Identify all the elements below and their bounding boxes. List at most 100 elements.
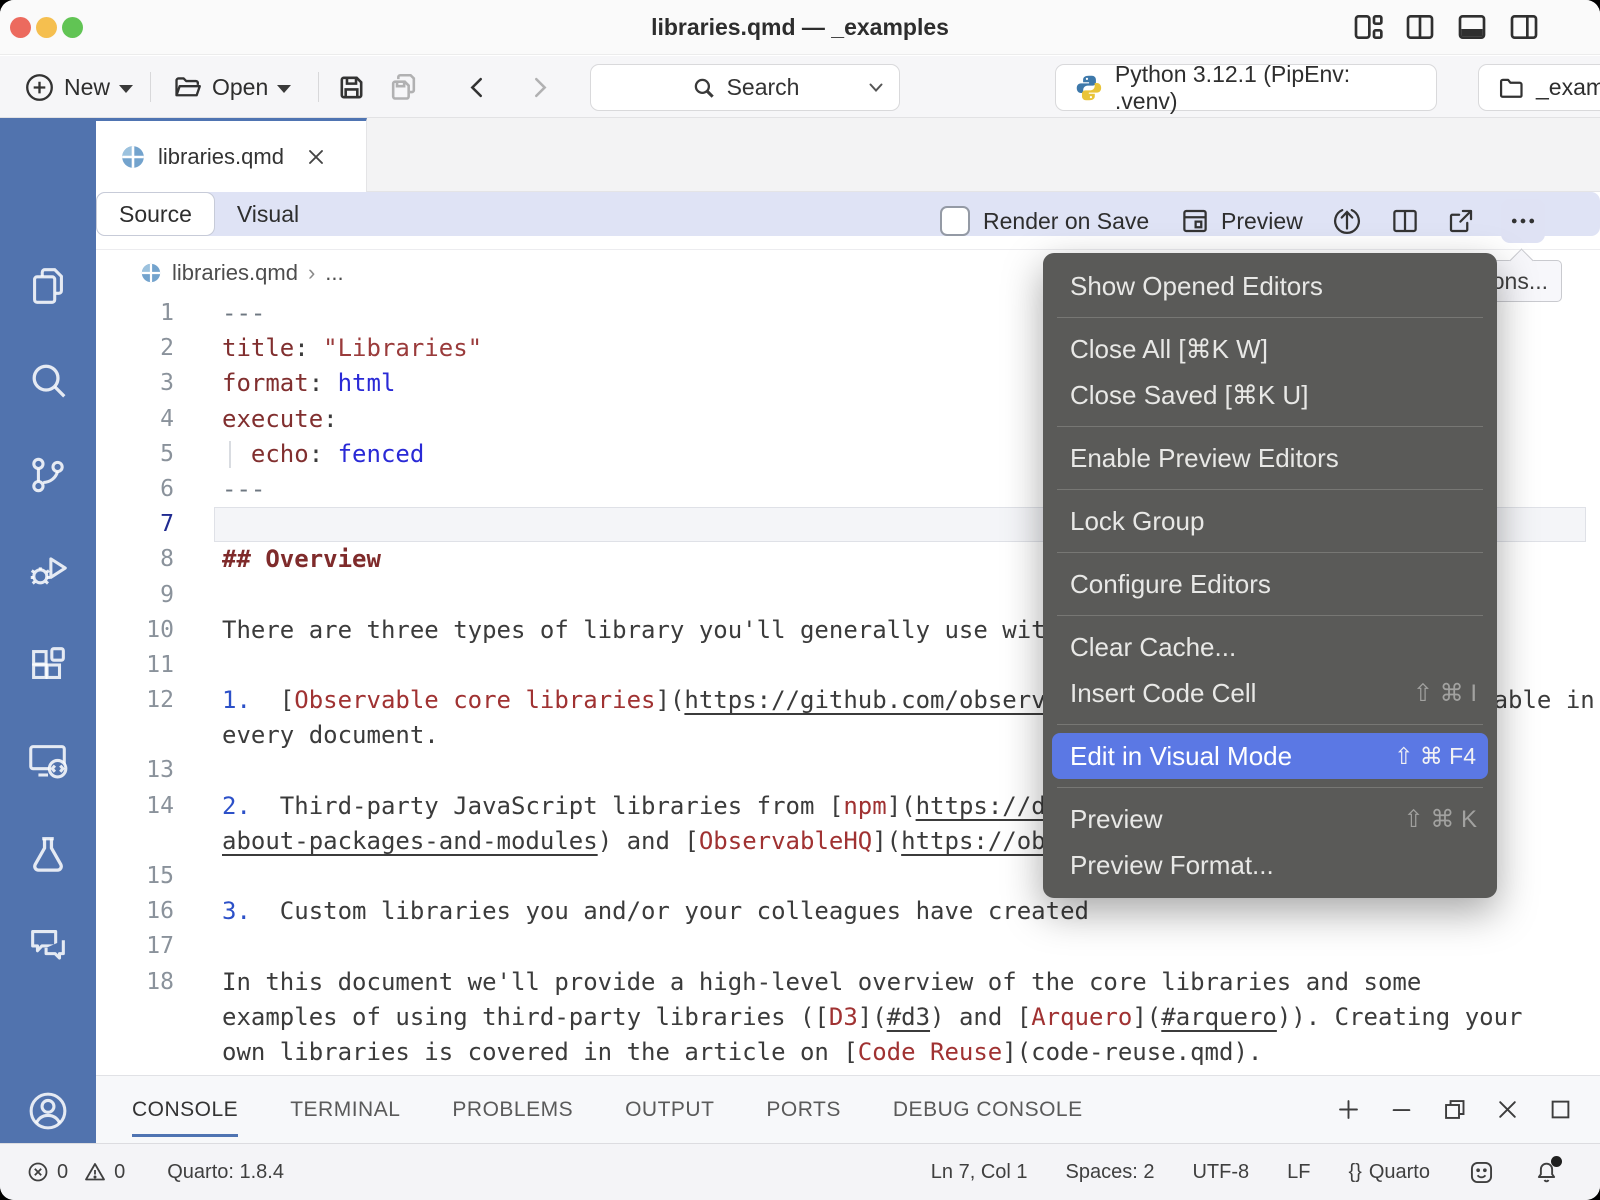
run-debug-icon[interactable]	[25, 547, 71, 593]
code-token: html	[338, 369, 396, 397]
navigate-back-button[interactable]	[462, 56, 493, 118]
accounts-icon[interactable]	[25, 1088, 71, 1134]
notification-badge	[1551, 1156, 1562, 1167]
code-token: npm	[843, 792, 886, 820]
panel-tab-output[interactable]: OUTPUT	[625, 1076, 714, 1144]
visual-mode-button[interactable]: Visual	[215, 192, 321, 236]
mode-toggle: Source Visual	[96, 192, 1600, 236]
menu-item-shortcut: ⇧ ⌘ K	[1404, 805, 1477, 834]
menu-item-lock-group[interactable]: Lock Group	[1043, 498, 1497, 544]
open-in-new-window-button[interactable]	[1446, 192, 1476, 250]
panel-restore-icon[interactable]	[1441, 1096, 1468, 1123]
panel-close-icon[interactable]	[1494, 1096, 1521, 1123]
activity-bar	[0, 118, 96, 1143]
code-line-18-wrap1[interactable]: examples of using third-party libraries …	[96, 1000, 1600, 1035]
code-line-18-wrap2[interactable]: own libraries is covered in the article …	[96, 1035, 1600, 1070]
menu-item-label: Insert Code Cell	[1070, 678, 1256, 709]
line-number: 14	[96, 789, 174, 824]
code-line-17[interactable]: 17	[96, 929, 1600, 964]
menu-item-insert-code-cell[interactable]: Insert Code Cell⇧ ⌘ I	[1043, 670, 1497, 716]
indent-guide	[229, 441, 231, 468]
menu-item-enable-preview-editors[interactable]: Enable Preview Editors	[1043, 435, 1497, 481]
menu-item-edit-in-visual-mode[interactable]: Edit in Visual Mode⇧ ⌘ F4	[1052, 733, 1488, 779]
tab-libraries-qmd[interactable]: libraries.qmd	[96, 118, 367, 192]
source-mode-button[interactable]: Source	[96, 192, 215, 236]
panel-tab-problems[interactable]: PROBLEMS	[452, 1076, 573, 1144]
indent-status[interactable]: Spaces: 2	[1066, 1161, 1155, 1184]
remote-explorer-icon[interactable]	[25, 738, 71, 784]
menu-item-preview-format[interactable]: Preview Format...	[1043, 842, 1497, 888]
breadcrumb-ellipsis[interactable]: ...	[325, 260, 343, 286]
menu-item-close-saved-k-u[interactable]: Close Saved [⌘K U]	[1043, 372, 1497, 418]
save-icon	[336, 72, 367, 103]
menu-item-shortcut: ⇧ ⌘ F4	[1394, 743, 1476, 770]
tab-strip: libraries.qmd	[96, 118, 1600, 192]
panel-minimize-icon[interactable]	[1388, 1096, 1415, 1123]
eol-status[interactable]: LF	[1287, 1161, 1310, 1184]
menu-item-show-opened-editors[interactable]: Show Opened Editors	[1043, 263, 1497, 309]
menu-item-preview[interactable]: Preview⇧ ⌘ K	[1043, 796, 1497, 842]
new-button[interactable]: New	[24, 56, 133, 118]
open-button[interactable]: Open	[172, 56, 291, 118]
line-number: 12	[96, 683, 174, 718]
line-number: 18	[96, 965, 174, 1000]
preview-icon	[1180, 206, 1210, 236]
code-token: ## Overview	[222, 545, 381, 573]
panel-maximize-icon[interactable]	[1547, 1096, 1574, 1123]
more-actions-button[interactable]	[1501, 199, 1545, 243]
code-token: Custom libraries you and/or your colleag…	[251, 897, 1089, 925]
feedback-smiley-icon[interactable]	[1468, 1159, 1495, 1186]
problems-status[interactable]: 0 0	[26, 1160, 125, 1184]
preview-button[interactable]: Preview	[1180, 192, 1303, 250]
code-token: In this document we'll provide a high-le…	[222, 968, 1421, 996]
breadcrumb-file[interactable]: libraries.qmd	[172, 260, 298, 286]
search-input[interactable]: Search	[590, 64, 900, 111]
project-button[interactable]: _examples	[1478, 64, 1600, 111]
code-token: ---	[222, 475, 265, 503]
comments-icon[interactable]	[25, 922, 71, 968]
quarto-version-status[interactable]: Quarto: 1.8.4	[167, 1161, 284, 1184]
panel-plus-icon[interactable]	[1335, 1096, 1362, 1123]
menu-separator	[1057, 787, 1483, 788]
source-control-icon[interactable]	[25, 452, 71, 498]
explorer-icon[interactable]	[25, 263, 71, 309]
panel-tab-debug-console[interactable]: DEBUG CONSOLE	[893, 1076, 1083, 1144]
code-token: 2.	[222, 792, 251, 820]
notifications-bell[interactable]	[1533, 1159, 1560, 1186]
toggle-secondary-sidebar-icon[interactable]	[1508, 11, 1540, 43]
save-all-button[interactable]	[388, 56, 419, 118]
render-document-button[interactable]	[1332, 192, 1362, 250]
split-editor-layout-icon[interactable]	[1404, 11, 1436, 43]
customize-layout-icon[interactable]	[1352, 11, 1384, 43]
menu-item-clear-cache[interactable]: Clear Cache...	[1043, 624, 1497, 670]
quarto-file-icon	[140, 262, 162, 284]
panel-tab-console[interactable]: CONSOLE	[132, 1076, 238, 1144]
source-label: Source	[119, 201, 192, 228]
search-icon[interactable]	[25, 357, 71, 403]
panel-tab-terminal[interactable]: TERMINAL	[290, 1076, 400, 1144]
interpreter-selector[interactable]: Python 3.12.1 (PipEnv: .venv)	[1055, 64, 1437, 111]
testing-icon[interactable]	[25, 832, 71, 878]
warning-icon	[83, 1160, 107, 1184]
code-token: Third-party JavaScript libraries from [	[251, 792, 843, 820]
render-on-save-checkbox[interactable]	[940, 206, 970, 236]
menu-item-close-all-k-w[interactable]: Close All [⌘K W]	[1043, 326, 1497, 372]
code-token: ) and [	[930, 1003, 1031, 1031]
code-line-16[interactable]: 163. Custom libraries you and/or your co…	[96, 894, 1600, 929]
code-line-18[interactable]: 18 In this document we'll provide a high-…	[96, 965, 1600, 1000]
navigate-forward-button[interactable]	[524, 56, 555, 118]
code-token: ) and [	[598, 827, 699, 855]
render-circle-up-icon	[1332, 206, 1362, 236]
line-number: 11	[96, 648, 174, 683]
encoding-status[interactable]: UTF-8	[1192, 1161, 1249, 1184]
save-button[interactable]	[336, 56, 367, 118]
split-editor-button[interactable]	[1390, 192, 1420, 250]
menu-item-configure-editors[interactable]: Configure Editors	[1043, 561, 1497, 607]
panel-tab-ports[interactable]: PORTS	[766, 1076, 840, 1144]
cursor-position-status[interactable]: Ln 7, Col 1	[931, 1161, 1028, 1184]
toggle-panel-icon[interactable]	[1456, 11, 1488, 43]
close-icon[interactable]	[304, 145, 328, 169]
code-token: "Libraries"	[323, 334, 482, 362]
language-mode-status[interactable]: {} Quarto	[1348, 1161, 1430, 1184]
extensions-icon[interactable]	[25, 642, 71, 688]
